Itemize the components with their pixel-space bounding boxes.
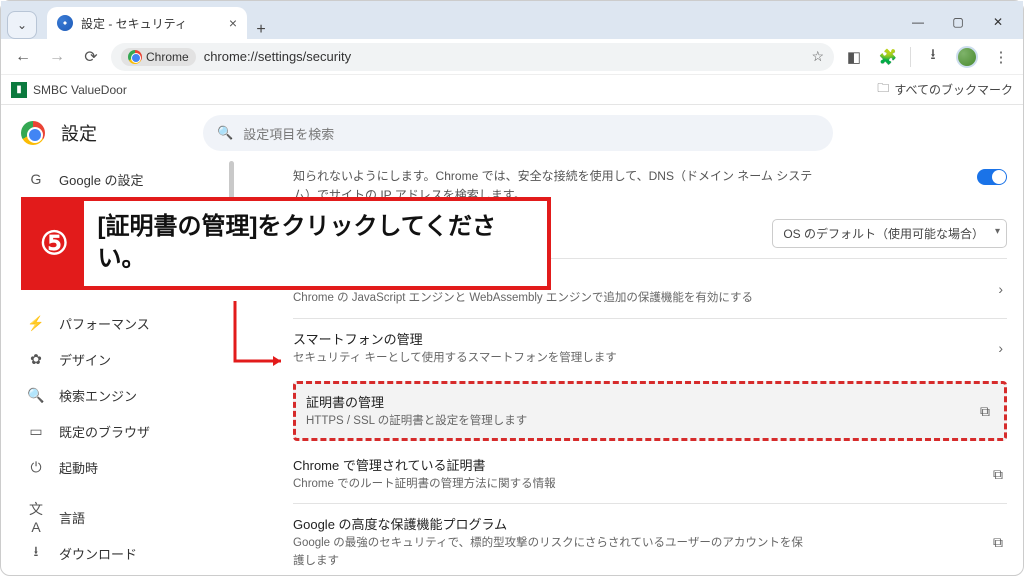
sidebar-item-label: 起動時 [59, 458, 98, 477]
address-bar[interactable]: Chrome chrome://settings/security ☆ [111, 43, 834, 71]
close-window-button[interactable]: ✕ [979, 8, 1017, 36]
setting-title: Google の高度な保護機能プログラム [293, 514, 813, 533]
page-title: 設定 [61, 120, 97, 146]
sidebar-gap [13, 485, 233, 499]
setting-subtitle: Chrome の JavaScript エンジンと WebAssembly エン… [293, 290, 753, 307]
back-button[interactable]: ← [9, 43, 37, 71]
bookmark-star-icon[interactable]: ☆ [811, 48, 824, 65]
settings-header: 設定 🔍 設定項目を検索 [1, 105, 1023, 161]
sidebar-item-google[interactable]: G Google の設定 [13, 161, 233, 197]
setting-subtitle: Chrome でのルート証明書の管理方法に関する情報 [293, 476, 556, 493]
chrome-logo-icon [21, 121, 45, 145]
download-icon[interactable]: ⭳ [919, 43, 947, 71]
sidebar-item-label: デザイン [59, 350, 111, 369]
browser-tab[interactable]: 設定 - セキュリティ × [47, 7, 247, 39]
setting-subtitle: HTTPS / SSL の証明書と設定を管理します [306, 413, 527, 430]
toolbar: ← → ⟳ Chrome chrome://settings/security … [1, 39, 1023, 75]
external-link-icon: ⧉ [989, 466, 1007, 483]
sidebar-item-performance[interactable]: ⚡ パフォーマンス [13, 305, 233, 341]
sidebar-item-label: Google の設定 [59, 170, 144, 189]
menu-icon[interactable]: ⋮ [987, 43, 1015, 71]
bookmark-item[interactable]: SMBC ValueDoor [33, 83, 127, 97]
sidebar-item-languages[interactable]: 文A 言語 [13, 499, 233, 535]
sidebar-item-label: 言語 [59, 508, 85, 527]
close-icon[interactable]: × [229, 15, 237, 31]
chevron-right-icon: › [994, 340, 1007, 356]
setting-title: スマートフォンの管理 [293, 329, 617, 348]
maximize-button[interactable]: ▢ [939, 8, 977, 36]
sidebar-item-search-engine[interactable]: 🔍 検索エンジン [13, 377, 233, 413]
download-icon: ⭳ [27, 541, 45, 565]
reload-button[interactable]: ⟳ [77, 43, 105, 71]
instruction-callout: ⑤ [証明書の管理]をクリックしてください。 [21, 197, 551, 290]
setting-chrome-certificates[interactable]: Chrome で管理されている証明書 Chrome でのルート証明書の管理方法に… [293, 445, 1007, 503]
extensions-icon[interactable]: 🧩 [874, 43, 902, 71]
dns-provider-dropdown[interactable]: OS のデフォルト（使用可能な場合） [772, 219, 1007, 248]
side-panel-icon[interactable]: ◧ [840, 43, 868, 71]
setting-subtitle: セキュリティ キーとして使用するスマートフォンを管理します [293, 350, 617, 367]
sidebar-item-downloads[interactable]: ⭳ ダウンロード [13, 535, 233, 571]
divider [910, 47, 911, 67]
setting-manage-phones[interactable]: スマートフォンの管理 セキュリティ キーとして使用するスマートフォンを管理します… [293, 319, 1007, 377]
setting-manage-certificates[interactable]: 証明書の管理 HTTPS / SSL の証明書と設定を管理します ⧉ [293, 381, 1007, 441]
sidebar-item-label: 既定のブラウザ [59, 422, 150, 441]
sidebar-item-label: 検索エンジン [59, 386, 137, 405]
gear-icon [57, 15, 73, 31]
avatar-icon [956, 46, 978, 68]
search-icon: 🔍 [27, 387, 45, 404]
language-icon: 文A [27, 499, 45, 535]
chrome-chip: Chrome [121, 48, 196, 66]
settings-search-input[interactable]: 🔍 設定項目を検索 [203, 115, 833, 151]
setting-subtitle: Google の最強のセキュリティで、標的型攻撃のリスクにさらされているユーザー… [293, 535, 813, 570]
bookmarks-bar: ▮ SMBC ValueDoor 🗀 すべてのブックマーク [1, 75, 1023, 105]
all-bookmarks-button[interactable]: 🗀 すべてのブックマーク [877, 79, 1013, 100]
google-icon: G [27, 171, 45, 187]
setting-title: 証明書の管理 [306, 392, 527, 411]
all-bookmarks-label: すべてのブックマーク [894, 81, 1013, 98]
search-icon: 🔍 [217, 125, 233, 141]
sidebar-item-appearance[interactable]: ✿ デザイン [13, 341, 233, 377]
external-link-icon: ⧉ [976, 403, 994, 420]
tab-title: 設定 - セキュリティ [81, 15, 187, 32]
tab-strip: ⌄ 設定 - セキュリティ × + — ▢ ✕ [1, 1, 1023, 39]
sidebar-item-label: パフォーマンス [59, 314, 150, 333]
setting-advanced-protection[interactable]: Google の高度な保護機能プログラム Google の最強のセキュリティで、… [293, 504, 1007, 575]
setting-title: Chrome で管理されている証明書 [293, 455, 556, 474]
sidebar-item-accessibility[interactable]: ✦ユーザー補助機能 [13, 571, 233, 575]
dns-toggle[interactable] [977, 169, 1007, 185]
sidebar-item-startup[interactable]: ⏻ 起動時 [13, 449, 233, 485]
chrome-chip-label: Chrome [146, 50, 189, 64]
dropdown-value: OS のデフォルト（使用可能な場合） [783, 227, 984, 241]
new-tab-button[interactable]: + [247, 21, 275, 39]
folder-icon: 🗀 [877, 79, 889, 100]
sidebar-item-default-browser[interactable]: ▭ 既定のブラウザ [13, 413, 233, 449]
chrome-icon [128, 50, 142, 64]
power-icon: ⏻ [27, 459, 45, 476]
profile-avatar[interactable] [953, 43, 981, 71]
bolt-icon: ⚡ [27, 315, 45, 332]
window-controls: — ▢ ✕ [899, 5, 1017, 39]
tab-search-button[interactable]: ⌄ [7, 11, 37, 39]
url-text: chrome://settings/security [204, 49, 351, 64]
step-number-badge: ⑤ [25, 201, 84, 286]
palette-icon: ✿ [27, 351, 45, 368]
forward-button[interactable]: → [43, 43, 71, 71]
search-placeholder: 設定項目を検索 [243, 124, 334, 143]
minimize-button[interactable]: — [899, 8, 937, 36]
browser-icon: ▭ [27, 423, 45, 440]
bookmark-favicon: ▮ [11, 82, 27, 98]
instruction-text: [証明書の管理]をクリックしてください。 [84, 201, 547, 286]
external-link-icon: ⧉ [989, 534, 1007, 551]
sidebar-item-label: ダウンロード [59, 544, 137, 563]
chevron-right-icon: › [994, 281, 1007, 297]
